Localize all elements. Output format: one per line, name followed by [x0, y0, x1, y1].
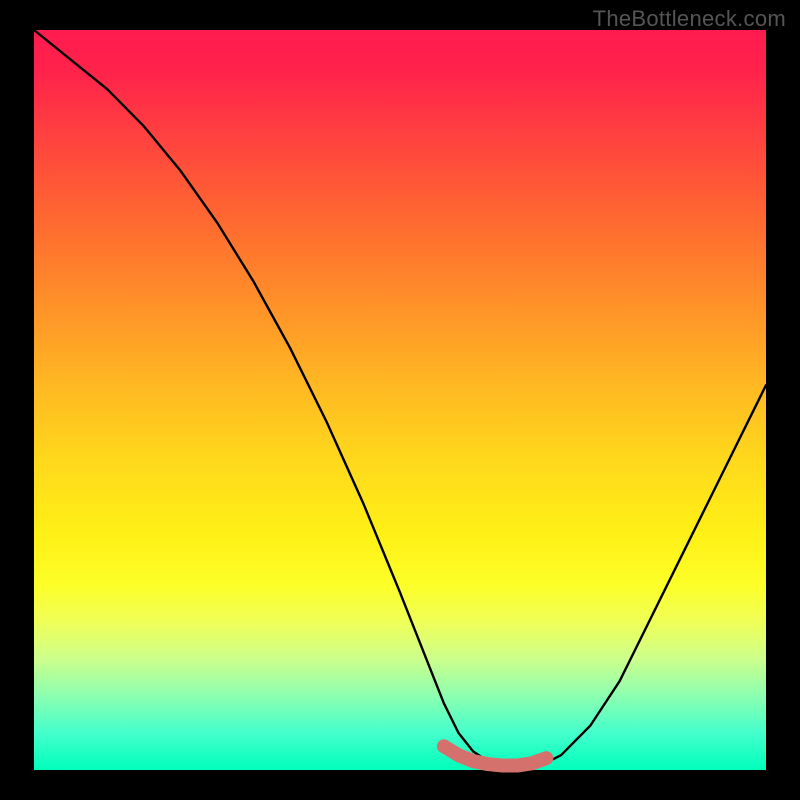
chart-container: TheBottleneck.com	[0, 0, 800, 800]
watermark-text: TheBottleneck.com	[593, 6, 786, 32]
plot-area	[34, 30, 766, 770]
chart-svg	[34, 30, 766, 770]
bottleneck-curve	[34, 30, 766, 767]
optimal-zone-highlight	[444, 746, 546, 765]
